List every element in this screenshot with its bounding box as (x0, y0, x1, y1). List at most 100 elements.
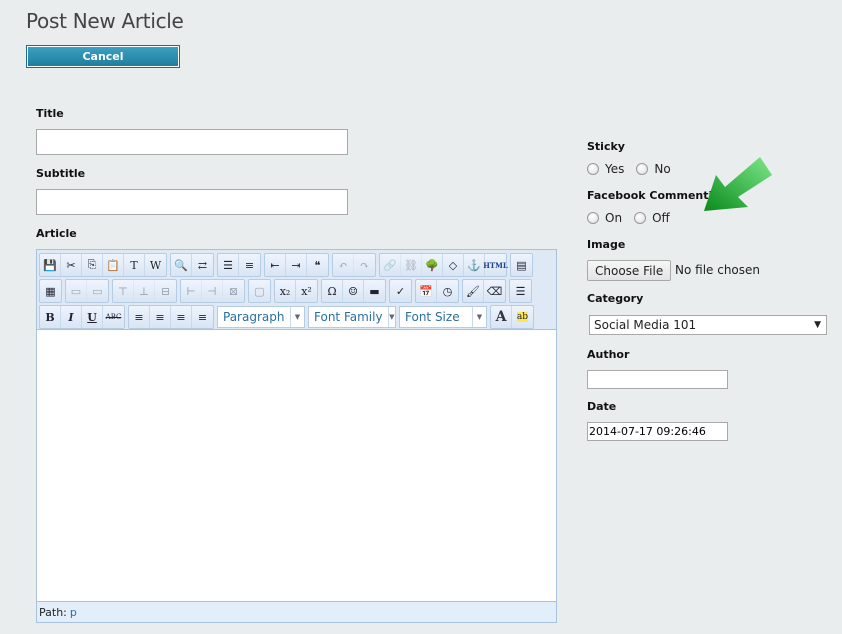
sticky-yes-radio[interactable] (587, 163, 599, 175)
align-right-button[interactable]: ≡ (171, 306, 192, 328)
toolbar-group: ☰ (509, 279, 532, 303)
anchor-icon: ⚓ (467, 258, 481, 272)
table-button[interactable]: ▦ (40, 280, 61, 302)
delete-row-button[interactable]: ⊟ (155, 280, 176, 302)
sticky-no-label: No (654, 162, 671, 176)
image-label: Image (587, 238, 626, 251)
insert-row-after-button[interactable]: ⊥ (134, 280, 155, 302)
facebook-off-radio[interactable] (634, 212, 647, 224)
toolbar-group: Ω ☺ ▬ (321, 279, 386, 303)
remove-format-button[interactable]: ⌫ (484, 280, 505, 302)
insert-col-after-button[interactable]: ⊣ (202, 280, 223, 302)
facebook-on-radio[interactable] (587, 212, 599, 224)
insert-col-before-button[interactable]: ⊢ (181, 280, 202, 302)
subtitle-input[interactable] (36, 189, 348, 215)
facebook-on-label: On (605, 211, 623, 225)
subscript-button[interactable]: x₂ (275, 280, 296, 302)
cleanup-button[interactable]: 🖌 (463, 280, 484, 302)
font-size-select[interactable]: Font Size ▼ (399, 306, 487, 328)
link-button[interactable]: 🔗 (380, 254, 401, 276)
blockquote-button[interactable]: ❝ (307, 254, 328, 276)
toolbar-group: ↶ ↷ (332, 253, 376, 277)
toolbar-group: 🔍 ⇄ (170, 253, 214, 277)
image-button[interactable]: 🌳 (422, 254, 443, 276)
cut-button[interactable]: ✂ (61, 254, 82, 276)
merge-cells-button[interactable]: ▢ (249, 280, 270, 302)
delete-col-button[interactable]: ⊠ (223, 280, 244, 302)
toolbar-group: ▭ ▭ (65, 279, 109, 303)
sticky-label: Sticky (587, 140, 625, 153)
insert-time-button[interactable]: ◷ (437, 280, 458, 302)
outdent-button[interactable]: ⇤ (265, 254, 286, 276)
text-color-button[interactable]: A (491, 306, 512, 328)
block-format-value: Paragraph (223, 310, 285, 324)
paste-word-icon: W (149, 258, 162, 272)
cell-props-button[interactable]: ▭ (87, 280, 108, 302)
special-char-button[interactable]: Ω (322, 280, 343, 302)
editor-content-area[interactable] (37, 330, 556, 600)
author-input[interactable] (587, 370, 728, 389)
font-family-select[interactable]: Font Family ▼ (308, 306, 396, 328)
table-icon: ▦ (45, 284, 56, 298)
page-break-button[interactable]: ☰ (510, 280, 531, 302)
toolbar-group: ▦ (39, 279, 62, 303)
underline-button[interactable]: U (82, 306, 103, 328)
align-center-button[interactable]: ≡ (150, 306, 171, 328)
align-justify-button[interactable]: ≡ (192, 306, 213, 328)
paste-word-button[interactable]: W (145, 254, 166, 276)
copy-button[interactable]: ⎘ (82, 254, 103, 276)
highlight-color-button[interactable]: ab (512, 306, 533, 328)
numbered-list-button[interactable]: ≡ (239, 254, 260, 276)
superscript-button[interactable]: x² (296, 280, 317, 302)
row-props-icon: ▭ (70, 284, 82, 298)
code-icon: ◇ (448, 258, 458, 272)
anchor-button[interactable]: ⚓ (464, 254, 485, 276)
block-format-select[interactable]: Paragraph ▼ (217, 306, 305, 328)
date-input[interactable] (587, 422, 728, 441)
insert-date-icon: 📅 (419, 284, 433, 298)
bold-button[interactable]: B (40, 306, 61, 328)
indent-button[interactable]: ⇥ (286, 254, 307, 276)
html-button[interactable]: HTML (483, 254, 508, 276)
spellcheck-button[interactable]: ✓ (390, 280, 411, 302)
unlink-button[interactable]: ⛓ (401, 254, 422, 276)
paste-text-button[interactable]: T (124, 254, 145, 276)
insert-date-button[interactable]: 📅 (416, 280, 437, 302)
toolbar-group: ⊤ ⊥ ⊟ (112, 279, 177, 303)
align-center-icon: ≡ (155, 310, 165, 324)
align-left-button[interactable]: ≡ (129, 306, 150, 328)
redo-button[interactable]: ↷ (354, 254, 375, 276)
sticky-no-radio[interactable] (636, 163, 649, 175)
cancel-button[interactable]: Cancel (26, 45, 180, 68)
paste-button[interactable]: 📋 (103, 254, 124, 276)
code-button[interactable]: ◇ (443, 254, 464, 276)
title-input[interactable] (36, 129, 348, 155)
horizontal-rule-button[interactable]: ▬ (364, 280, 385, 302)
file-status-text: No file chosen (675, 263, 761, 277)
toolbar-group: ▢ (248, 279, 271, 303)
choose-file-button[interactable]: Choose File (587, 260, 672, 281)
html-icon: HTML (483, 260, 508, 270)
save-button[interactable]: 💾 (40, 254, 61, 276)
facebook-radio-group: On Off (587, 211, 682, 225)
insert-row-before-button[interactable]: ⊤ (113, 280, 134, 302)
strikethrough-button[interactable]: ABC (103, 306, 124, 328)
emoticon-button[interactable]: ☺ (343, 280, 364, 302)
path-element-link[interactable]: p (70, 606, 77, 619)
copy-icon: ⎘ (87, 258, 97, 271)
replace-icon: ⇄ (197, 258, 208, 272)
text-color-icon: A (495, 309, 507, 325)
align-justify-icon: ≡ (197, 310, 208, 324)
chevron-down-icon: ▼ (290, 307, 304, 327)
category-select[interactable]: Social Media 101 ▼ (589, 315, 827, 335)
bullet-list-button[interactable]: ☰ (218, 254, 239, 276)
replace-button[interactable]: ⇄ (192, 254, 213, 276)
align-right-icon: ≡ (176, 310, 186, 324)
undo-button[interactable]: ↶ (333, 254, 354, 276)
author-label: Author (587, 348, 630, 361)
date-label: Date (587, 400, 617, 413)
italic-button[interactable]: I (61, 306, 82, 328)
find-button[interactable]: 🔍 (171, 254, 192, 276)
row-props-button[interactable]: ▭ (66, 280, 87, 302)
fullscreen-button[interactable]: ▤ (511, 254, 532, 276)
